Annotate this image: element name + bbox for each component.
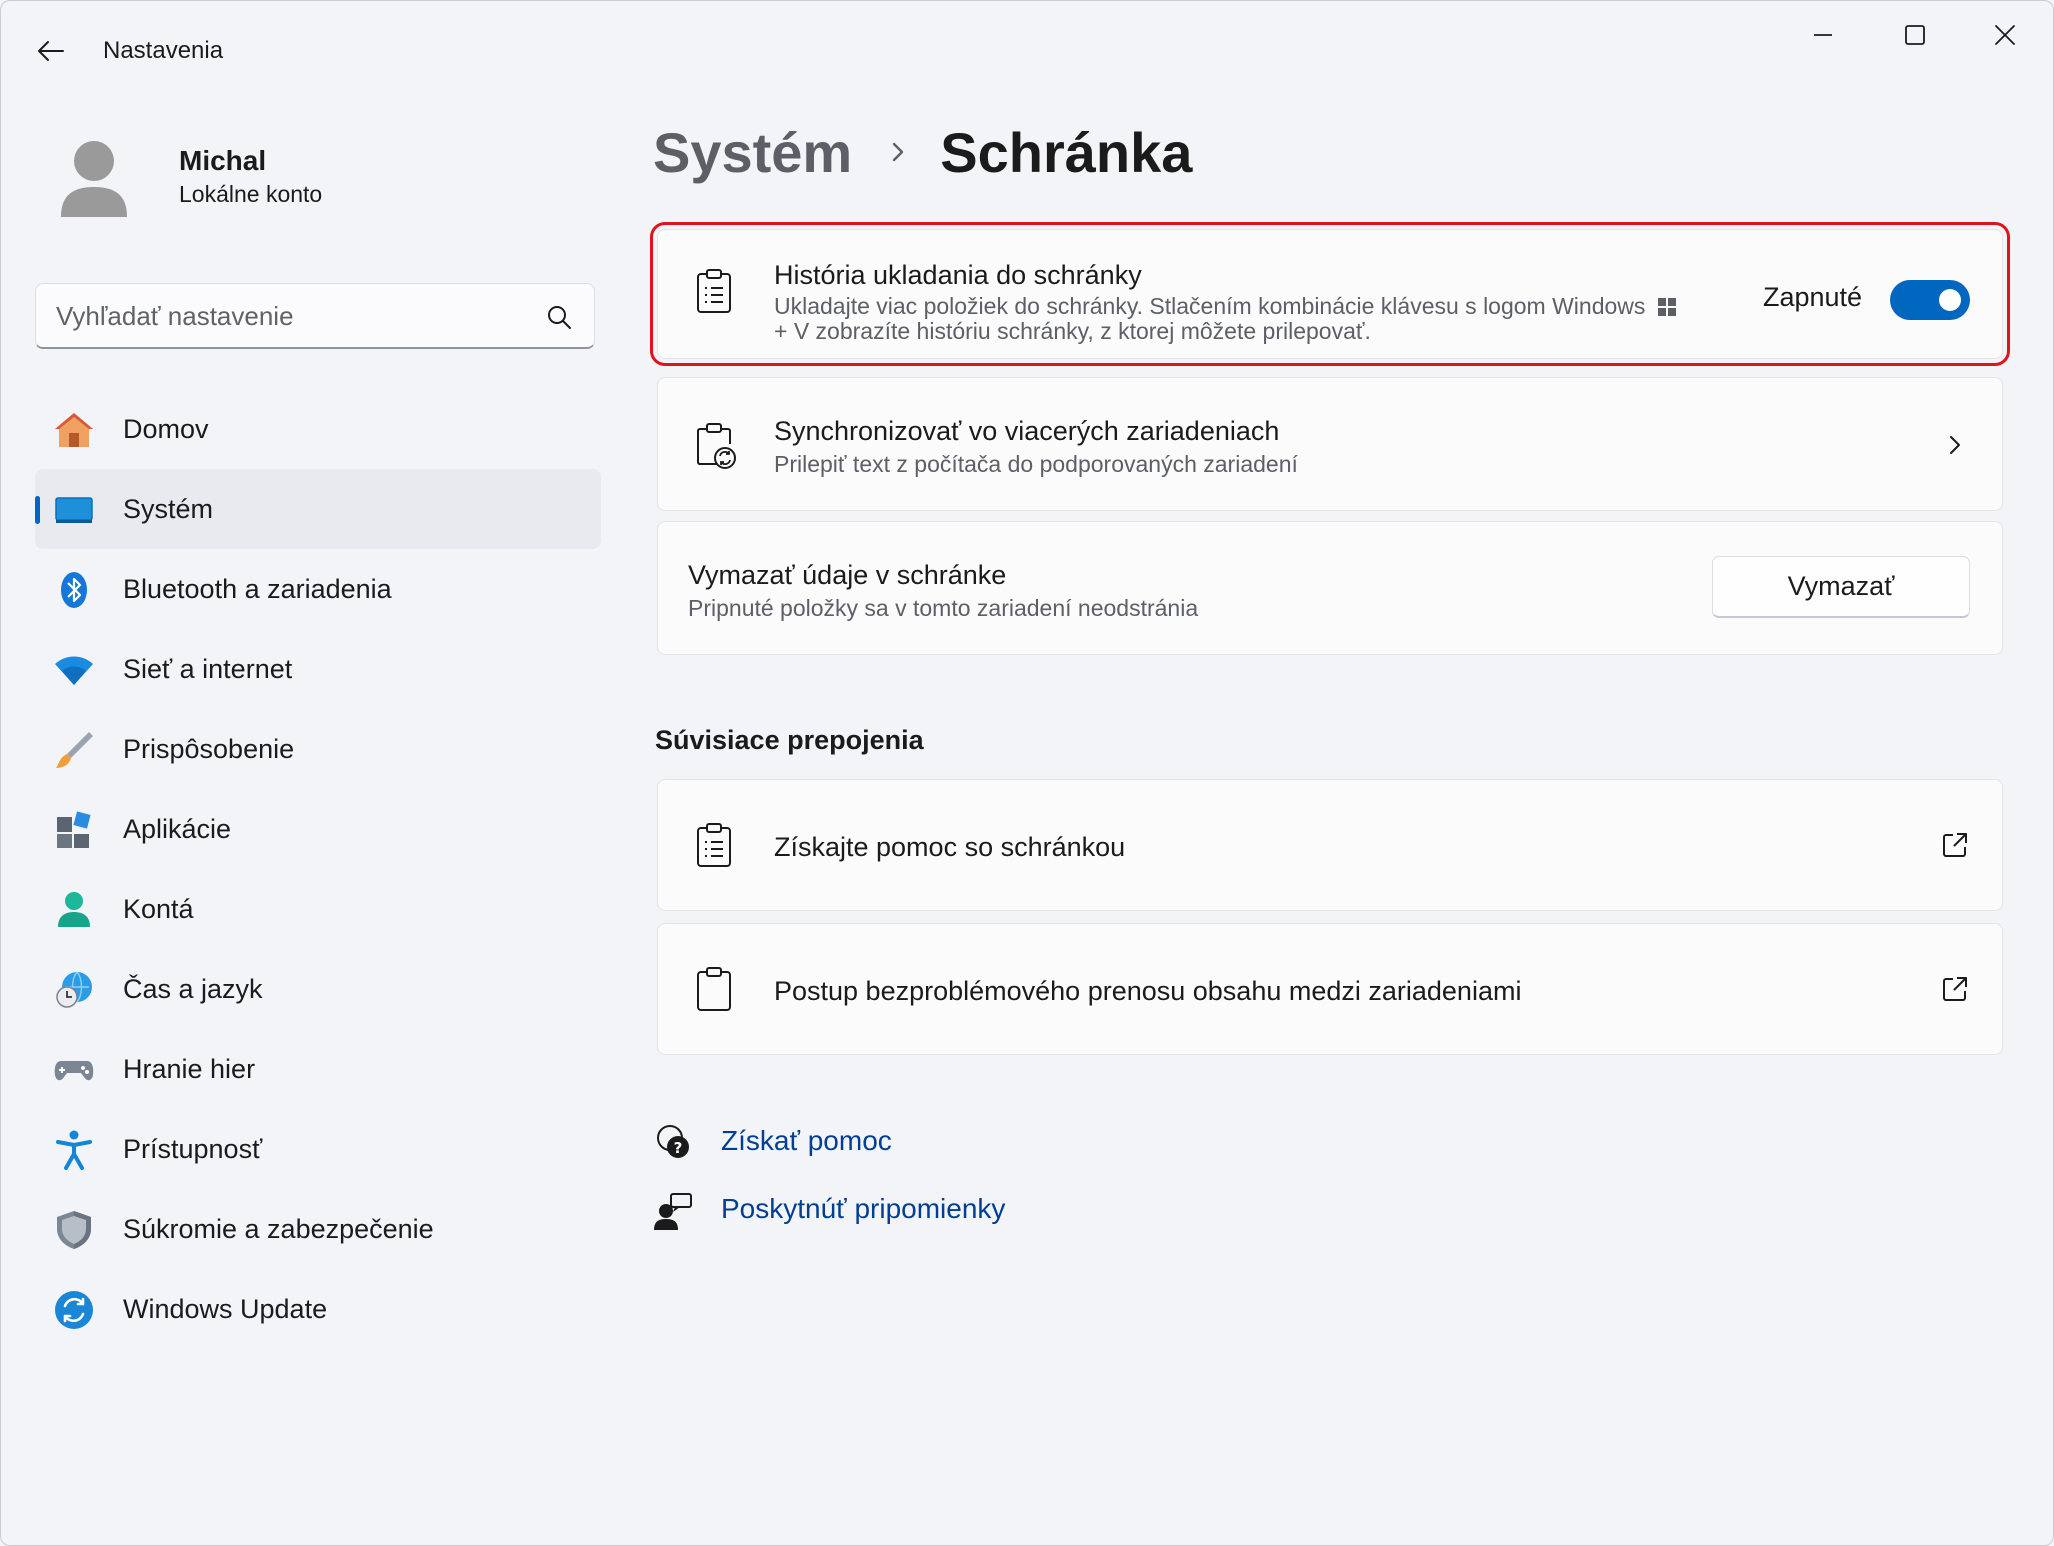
feedback-link[interactable]: Poskytnúť pripomienky [653, 1191, 1005, 1231]
sidebar-item-bluetooth[interactable]: Bluetooth a zariadenia [35, 549, 601, 629]
maximize-button[interactable] [1873, 9, 1957, 61]
accessibility-icon [53, 1129, 95, 1171]
sidebar-item-apps[interactable]: Aplikácie [35, 789, 601, 869]
sidebar-nav: Domov Systém Bluetooth a zariadenia Sieť… [35, 389, 601, 1349]
sidebar-item-system[interactable]: Systém [35, 469, 601, 549]
related-links-title: Súvisiace prepojenia [655, 725, 924, 755]
bluetooth-icon [53, 569, 95, 611]
sidebar-item-privacy[interactable]: Súkromie a zabezpečenie [35, 1189, 601, 1269]
sidebar-item-personalization[interactable]: Prispôsobenie [35, 709, 601, 789]
feedback-text[interactable]: Poskytnúť pripomienky [721, 1193, 1005, 1225]
gaming-icon [53, 1049, 95, 1091]
close-button[interactable] [1963, 9, 2047, 61]
sidebar-item-label: Sieť a internet [123, 654, 293, 684]
clipboard-history-desc-line2: + V zobrazíte históriu schránky, z ktore… [774, 318, 1371, 344]
sync-desc: Prilepiť text z počítača do podporovanýc… [774, 451, 1298, 477]
sidebar-item-network[interactable]: Sieť a internet [35, 629, 601, 709]
apps-icon [53, 809, 95, 851]
sync-title: Synchronizovať vo viacerých zariadeniach [774, 416, 1280, 446]
clear-clipboard-card: Vymazať údaje v schránke Pripnuté položk… [657, 521, 2003, 655]
clipboard-history-desc: Ukladajte viac položiek do schránky. Stl… [774, 294, 1724, 344]
feedback-icon [654, 1193, 692, 1230]
time-language-icon [53, 969, 95, 1011]
sidebar-item-gaming[interactable]: Hranie hier [35, 1029, 601, 1109]
sidebar-item-domov[interactable]: Domov [35, 389, 601, 469]
sidebar-item-accounts[interactable]: Kontá [35, 869, 601, 949]
system-icon [53, 489, 95, 531]
clear-title: Vymazať údaje v schránke [688, 560, 1007, 590]
clipboard-icon [697, 967, 731, 1011]
search-input[interactable] [56, 298, 526, 334]
breadcrumb: Systém Schránka [653, 117, 1192, 187]
shield-icon [53, 1209, 95, 1251]
minimize-icon [1814, 34, 1832, 36]
close-icon [1995, 25, 2015, 45]
clipboard-list-icon [697, 823, 731, 867]
sidebar-item-label: Aplikácie [123, 814, 232, 844]
windows-update-icon [53, 1289, 95, 1331]
sidebar-item-label: Windows Update [123, 1294, 328, 1324]
minimize-button[interactable] [1781, 9, 1865, 61]
sidebar-item-windows-update[interactable]: Windows Update [35, 1269, 601, 1349]
get-help-text[interactable]: Získať pomoc [721, 1125, 892, 1157]
toggle-knob [1939, 289, 1961, 311]
clipboard-history-title: História ukladania do schránky [774, 260, 1142, 290]
active-indicator [35, 496, 40, 524]
wifi-icon [53, 649, 95, 691]
clipboard-history-desc-line1: Ukladajte viac položiek do schránky. Stl… [774, 293, 1646, 319]
related-link-label: Získajte pomoc so schránkou [774, 832, 1126, 862]
windows-logo-icon [1657, 298, 1676, 316]
sync-devices-card[interactable]: Synchronizovať vo viacerých zariadeniach… [657, 377, 2003, 511]
related-link-help-clipboard[interactable]: Získajte pomoc so schránkou [657, 779, 2003, 911]
toggle-state-label: Zapnuté [1763, 282, 1863, 312]
sidebar-item-label: Systém [123, 494, 214, 524]
clipboard-sync-icon [697, 423, 736, 469]
clear-desc: Pripnuté položky sa v tomto zariadení ne… [688, 595, 1199, 621]
back-button[interactable] [27, 29, 75, 73]
brush-icon [53, 729, 95, 771]
clipboard-history-toggle[interactable] [1890, 280, 1970, 320]
help-chat-icon: ? [657, 1125, 689, 1158]
sidebar-item-label: Prispôsobenie [123, 734, 295, 764]
avatar-icon [61, 141, 127, 217]
settings-window: Nastavenia Michal Lokálne konto Vyhľadať… [0, 0, 2054, 1546]
related-link-label: Postup bezproblémového prenosu obsahu me… [774, 976, 1522, 1006]
related-link-transfer-content[interactable]: Postup bezproblémového prenosu obsahu me… [657, 923, 2003, 1055]
sidebar-item-label: Súkromie a zabezpečenie [123, 1214, 434, 1244]
breadcrumb-parent[interactable]: Systém [653, 120, 852, 185]
maximize-icon [1905, 25, 1925, 45]
search-box[interactable] [35, 283, 595, 349]
user-profile[interactable]: Michal Lokálne konto [57, 131, 597, 231]
sidebar-item-label: Prístupnosť [123, 1134, 263, 1164]
profile-account-type: Lokálne konto [179, 181, 323, 207]
clipboard-list-icon [697, 269, 731, 313]
home-icon [53, 409, 95, 451]
svg-text:?: ? [674, 1139, 683, 1157]
arrow-left-icon [38, 41, 64, 61]
accounts-icon [53, 889, 95, 931]
profile-name: Michal [179, 145, 267, 176]
sidebar-item-label: Domov [123, 414, 209, 444]
sidebar-item-label: Bluetooth a zariadenia [123, 574, 392, 604]
clipboard-history-card: História ukladania do schránky Ukladajte… [650, 222, 2010, 366]
sidebar-item-accessibility[interactable]: Prístupnosť [35, 1109, 601, 1189]
chevron-right-icon [1950, 436, 1960, 454]
search-icon[interactable] [546, 304, 572, 330]
sidebar-item-time-language[interactable]: Čas a jazyk [35, 949, 601, 1029]
open-external-icon [1943, 833, 1967, 857]
sidebar-item-label: Hranie hier [123, 1054, 256, 1084]
title-bar: Nastavenia [1, 1, 2053, 101]
chevron-right-icon [893, 142, 904, 162]
get-help-link[interactable]: ? Získať pomoc [653, 1123, 892, 1163]
app-title: Nastavenia [103, 37, 224, 64]
sidebar-item-label: Čas a jazyk [123, 974, 263, 1004]
sidebar-item-label: Kontá [123, 894, 194, 924]
page-title: Schránka [940, 120, 1193, 184]
clear-button[interactable]: Vymazať [1712, 556, 1970, 618]
open-external-icon [1943, 977, 1967, 1001]
